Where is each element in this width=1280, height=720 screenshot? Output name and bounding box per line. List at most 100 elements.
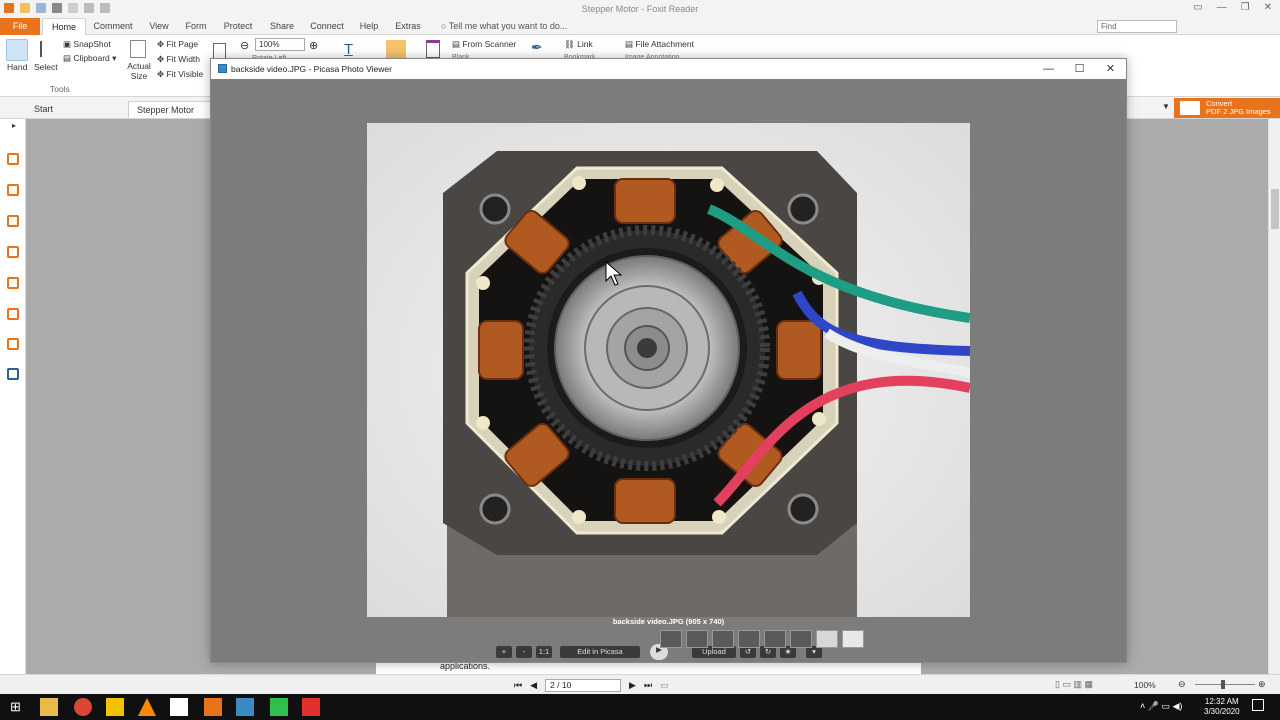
thumbnail-8[interactable] [842, 630, 864, 648]
vertical-scrollbar[interactable] [1268, 119, 1280, 674]
vlc-icon[interactable] [138, 698, 156, 716]
tab-protect[interactable]: Protect [221, 18, 255, 35]
file-attachment-button[interactable]: ▤ File Attachment [625, 39, 694, 50]
page-icon[interactable] [426, 40, 440, 58]
single-page-icon[interactable]: ▭ [660, 680, 669, 691]
thumbnail-1[interactable] [660, 630, 682, 648]
picasa-zoom-in-button[interactable]: + [496, 646, 512, 658]
zoom-out-icon[interactable]: ⊖ [240, 39, 249, 52]
tab-form[interactable]: Form [184, 18, 208, 35]
last-page-icon[interactable]: ⏭ [644, 680, 652, 691]
start-menu-icon[interactable]: ⊞ [10, 698, 28, 716]
tab-home[interactable]: Home [42, 18, 86, 36]
system-tray-icons[interactable]: ˄ 🎤 ▭ ◀) [1140, 701, 1182, 712]
ribbon-toggle-icon[interactable]: ▭ [1193, 2, 1202, 13]
layers-icon[interactable] [7, 215, 19, 227]
clock-time: 12:32 AM [1204, 697, 1239, 706]
bookmarks-icon[interactable] [7, 153, 19, 165]
close-button[interactable]: ✕ [1264, 2, 1272, 13]
picasa-zoom-out-button[interactable]: - [516, 646, 532, 658]
snapshot-button[interactable]: ▣ SnapShot [63, 39, 111, 50]
search-icon[interactable] [7, 368, 19, 380]
pages-icon[interactable] [7, 184, 19, 196]
tab-connect[interactable]: Connect [309, 18, 345, 35]
signatures-icon[interactable] [7, 308, 19, 320]
sign-icon[interactable]: ✒ [531, 39, 543, 56]
picasa-titlebar: backside video.JPG - Picasa Photo Viewer… [211, 59, 1126, 79]
tab-start[interactable]: Start [26, 101, 61, 118]
tab-file[interactable]: File [0, 18, 40, 35]
hand-icon[interactable] [6, 39, 28, 61]
recorder-icon[interactable] [302, 698, 320, 716]
zoom-slider-knob[interactable] [1221, 680, 1225, 689]
first-page-icon[interactable]: ⏮ [514, 680, 522, 691]
fit-page-button[interactable]: ✥ Fit Page [157, 39, 198, 50]
picasa-actual-size-button[interactable]: 1:1 [536, 646, 552, 658]
reflow-icon[interactable] [213, 43, 226, 59]
tab-share[interactable]: Share [268, 18, 296, 35]
file-explorer-icon[interactable] [40, 698, 58, 716]
notifications-icon[interactable] [1252, 699, 1264, 711]
status-bar: ⏮ ◀ 2 / 10 ▶ ⏭ ▭ ▯ ▭ ▥ ▦ 100% ⊖ ⊕ [0, 674, 1280, 694]
zoom-select[interactable]: 100% [255, 38, 305, 51]
clipboard-button[interactable]: ▤ Clipboard ▾ [63, 53, 116, 64]
picasa-maximize-button[interactable]: ☐ [1064, 59, 1095, 79]
previous-page-icon[interactable]: ◀ [530, 680, 537, 691]
status-zoom-out-icon[interactable]: ⊖ [1178, 679, 1186, 690]
expand-pane-icon[interactable]: ▸ [12, 121, 16, 130]
tab-comment[interactable]: Comment [92, 18, 134, 35]
comments-icon[interactable] [7, 246, 19, 258]
from-scanner-button[interactable]: ▤ From Scanner [452, 39, 516, 50]
chrome-icon[interactable] [74, 698, 92, 716]
actual-size-label[interactable]: Actual Size [127, 61, 151, 81]
picasa-minimize-button[interactable]: — [1033, 59, 1064, 79]
tab-stepper-motor[interactable]: Stepper Motor [128, 101, 214, 118]
snapshot-label: SnapShot [73, 39, 111, 49]
typewriter-icon[interactable]: T̲ [344, 41, 353, 58]
select-icon[interactable] [40, 41, 50, 57]
status-zoom-in-icon[interactable]: ⊕ [1258, 679, 1266, 690]
attachments-icon[interactable] [7, 277, 19, 289]
actual-size-icon[interactable] [130, 40, 146, 58]
edit-in-picasa-button[interactable]: Edit in Picasa [560, 646, 640, 658]
ribbon-tabs: File Home Comment View Form Protect Shar… [0, 18, 1280, 36]
find-input[interactable]: Find [1097, 20, 1177, 33]
page-number-input[interactable]: 2 / 10 [545, 679, 622, 692]
camtasia-icon[interactable] [270, 698, 288, 716]
zoom-slider[interactable] [1195, 680, 1255, 689]
convert-pdf-banner[interactable]: Convert PDF 2 JPG Images [1174, 98, 1280, 118]
thumbnail-4[interactable] [738, 630, 760, 648]
window-title: Stepper Motor - Foxit Reader [581, 4, 699, 14]
fit-visible-button[interactable]: ✥ Fit Visible [157, 69, 203, 80]
link-button[interactable]: ⛓ Link [564, 39, 593, 50]
status-zoom[interactable]: 100% [1134, 680, 1156, 690]
select-tool-label[interactable]: Select [34, 62, 58, 72]
tab-list-dropdown-icon[interactable]: ▼ [1162, 102, 1170, 111]
sticky-notes-icon[interactable] [106, 698, 124, 716]
zoom-in-icon[interactable]: ⊕ [309, 39, 318, 52]
foxit-taskbar-icon[interactable] [204, 698, 222, 716]
tab-view[interactable]: View [146, 18, 172, 35]
video-editor-icon[interactable] [170, 698, 188, 716]
tell-me-box[interactable]: ○ Tell me what you want to do... [441, 18, 567, 35]
minimize-button[interactable]: — [1217, 2, 1227, 13]
convert-image-icon [1180, 101, 1200, 115]
picasa-close-button[interactable]: ✕ [1095, 59, 1126, 79]
security-icon[interactable] [7, 338, 19, 350]
thumbnail-3[interactable] [712, 630, 734, 648]
tab-help[interactable]: Help [359, 18, 379, 35]
picasa-taskbar-icon[interactable] [236, 698, 254, 716]
next-page-icon[interactable]: ▶ [629, 680, 636, 691]
highlight-icon[interactable] [386, 40, 406, 60]
thumbnail-6[interactable] [790, 630, 812, 648]
taskbar-clock[interactable]: 12:32 AM 3/30/2020 [1204, 697, 1240, 717]
fit-width-button[interactable]: ✥ Fit Width [157, 54, 200, 65]
tab-extras[interactable]: Extras [394, 18, 422, 35]
thumbnail-5[interactable] [764, 630, 786, 648]
scrollbar-thumb[interactable] [1271, 189, 1279, 229]
hand-tool-label[interactable]: Hand [7, 62, 27, 72]
thumbnail-2[interactable] [686, 630, 708, 648]
restore-button[interactable]: ❐ [1241, 2, 1250, 13]
page-layout-icons[interactable]: ▯ ▭ ▥ ▦ [1055, 679, 1093, 690]
thumbnail-7[interactable] [816, 630, 838, 648]
